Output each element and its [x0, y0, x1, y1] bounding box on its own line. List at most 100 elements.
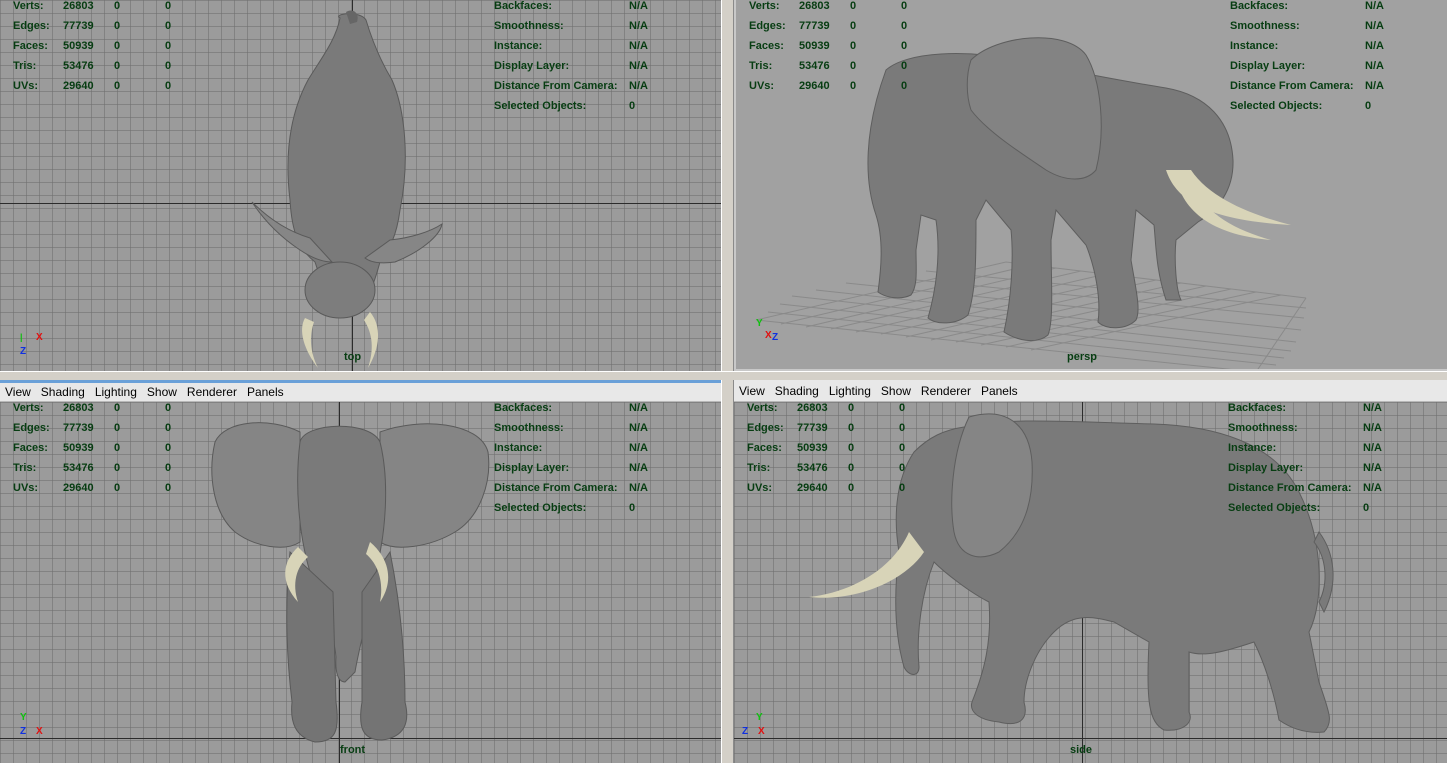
poly-count-hud: Verts: 26803 0 0 Edges: 77739 0 0 Faces: 50939 0…: [13, 0, 185, 96]
hud-value: 0: [165, 40, 172, 52]
hud-value: 50939: [63, 40, 94, 52]
axis-gizmo-icon: Y Z X: [18, 712, 48, 740]
viewport-persp[interactable]: Verts: 26803 0 0 Edges: 77739 0 0 Faces: 50939 0…: [734, 0, 1447, 371]
hud-value: 0: [850, 60, 857, 72]
hud-label: Edges:: [13, 422, 50, 434]
hud-row-tris: Tris: 53476 0 0: [749, 56, 921, 76]
hud-label: UVs:: [749, 80, 775, 92]
info-label: Display Layer:: [1230, 60, 1306, 72]
info-row: Smoothness: N/A: [494, 418, 648, 438]
hud-value: 0: [165, 0, 172, 12]
hud-row-edges: Edges: 77739 0 0: [749, 16, 921, 36]
info-value: N/A: [629, 422, 648, 434]
info-value: N/A: [629, 442, 648, 454]
hud-label: UVs:: [13, 482, 39, 494]
hud-row-verts: Verts: 26803 0 0: [13, 0, 185, 16]
hud-value: 0: [850, 80, 857, 92]
vertical-pane-divider[interactable]: [721, 0, 734, 763]
info-value: N/A: [629, 402, 648, 414]
hud-value: 0: [899, 462, 906, 474]
info-value: N/A: [629, 40, 648, 52]
menu-shading[interactable]: Shading: [36, 381, 90, 403]
info-label: Distance From Camera:: [1230, 80, 1354, 92]
axis-gizmo-icon: | X Z: [20, 332, 43, 357]
object-info-hud: Backfaces: N/A Smoothness: N/A Instance: N/…: [1228, 402, 1382, 518]
info-label: Display Layer:: [1228, 462, 1304, 474]
info-value: N/A: [1363, 462, 1382, 474]
info-row: Backfaces: N/A: [1230, 0, 1384, 16]
hud-row-edges: Edges: 77739 0 0: [747, 418, 919, 438]
info-row: Selected Objects: 0: [1230, 96, 1384, 116]
axis-x-label: X: [36, 332, 43, 343]
hud-label: Verts:: [749, 0, 780, 12]
hud-value: 29640: [63, 482, 94, 494]
axis-z-label: Z: [772, 332, 779, 343]
poly-count-hud: Verts: 26803 0 0 Edges: 77739 0 0 Faces: 50939 0…: [749, 0, 921, 96]
hud-value: 29640: [63, 80, 94, 92]
hud-value: 77739: [799, 20, 830, 32]
menu-view[interactable]: View: [0, 381, 36, 403]
menu-panels[interactable]: Panels: [976, 380, 1023, 402]
viewport-top[interactable]: Verts: 26803 0 0 Edges: 77739 0 0 Faces: 50939 0…: [0, 0, 721, 371]
axis-y-label: Y: [20, 712, 27, 723]
hud-value: 0: [899, 482, 906, 494]
info-row: Display Layer: N/A: [494, 458, 648, 478]
menu-panels[interactable]: Panels: [242, 381, 289, 403]
menu-lighting[interactable]: Lighting: [90, 381, 142, 403]
info-value: N/A: [1363, 422, 1382, 434]
menu-view[interactable]: View: [734, 380, 770, 402]
hud-value: 0: [899, 422, 906, 434]
info-row: Distance From Camera: N/A: [1228, 478, 1382, 498]
info-label: Selected Objects:: [1228, 502, 1321, 514]
info-row: Display Layer: N/A: [494, 56, 648, 76]
hud-value: 26803: [797, 402, 828, 414]
viewport-front[interactable]: Verts: 26803 0 0 Edges: 77739 0 0 Faces: 50939 0…: [0, 402, 721, 763]
viewport-side[interactable]: Verts: 26803 0 0 Edges: 77739 0 0 Faces: 50939 0…: [734, 402, 1447, 763]
info-row: Selected Objects: 0: [1228, 498, 1382, 518]
hud-value: 0: [901, 0, 908, 12]
axis-gizmo-icon: Y Z X: [740, 712, 770, 740]
panel-menubar-side: View Shading Lighting Show Renderer Pane…: [734, 380, 1447, 402]
menu-renderer[interactable]: Renderer: [182, 381, 242, 403]
hud-row-uvs: UVs: 29640 0 0: [749, 76, 921, 96]
info-row: Smoothness: N/A: [494, 16, 648, 36]
info-row: Smoothness: N/A: [1228, 418, 1382, 438]
hud-row-tris: Tris: 53476 0 0: [747, 458, 919, 478]
menu-lighting[interactable]: Lighting: [824, 380, 876, 402]
info-label: Instance:: [1230, 40, 1279, 52]
camera-label: persp: [1067, 351, 1097, 363]
hud-label: Edges:: [13, 20, 50, 32]
info-row: Backfaces: N/A: [1228, 402, 1382, 418]
hud-value: 0: [114, 422, 121, 434]
hud-row-uvs: UVs: 29640 0 0: [13, 76, 185, 96]
axis-z-label: Z: [20, 726, 27, 737]
info-value: N/A: [1365, 20, 1384, 32]
hud-value: 0: [901, 60, 908, 72]
info-label: Distance From Camera:: [1228, 482, 1352, 494]
hud-row-tris: Tris: 53476 0 0: [13, 56, 185, 76]
object-info-hud: Backfaces: N/A Smoothness: N/A Instance: N/…: [494, 0, 648, 116]
hud-value: 0: [901, 80, 908, 92]
info-label: Distance From Camera:: [494, 80, 618, 92]
info-row: Distance From Camera: N/A: [494, 478, 648, 498]
menu-show[interactable]: Show: [876, 380, 916, 402]
info-value: N/A: [629, 20, 648, 32]
hud-label: Tris:: [749, 60, 773, 72]
horizontal-pane-divider[interactable]: [0, 371, 1447, 380]
menu-renderer[interactable]: Renderer: [916, 380, 976, 402]
hud-value: 0: [901, 20, 908, 32]
hud-value: 0: [165, 80, 172, 92]
hud-value: 0: [850, 20, 857, 32]
hud-row-verts: Verts: 26803 0 0: [749, 0, 921, 16]
camera-label: side: [1070, 744, 1093, 756]
hud-value: 53476: [63, 462, 94, 474]
hud-value: 26803: [63, 402, 94, 414]
info-label: Backfaces:: [1228, 402, 1287, 414]
hud-label: Tris:: [13, 60, 37, 72]
menu-show[interactable]: Show: [142, 381, 182, 403]
axis-y-label: Y: [756, 318, 763, 329]
info-label: Instance:: [494, 442, 543, 454]
info-label: Smoothness:: [1228, 422, 1298, 434]
hud-value: 0: [165, 402, 172, 414]
menu-shading[interactable]: Shading: [770, 380, 824, 402]
